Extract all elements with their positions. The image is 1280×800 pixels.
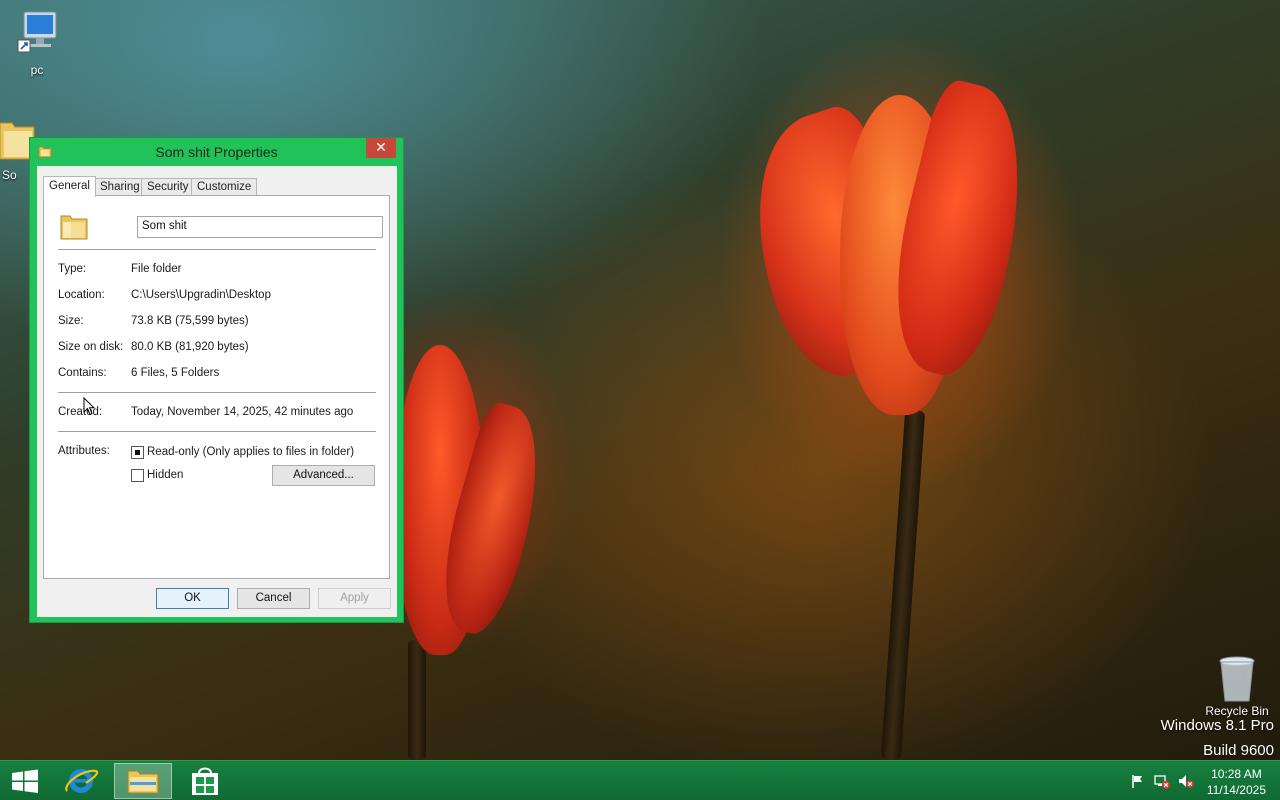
- network-error-icon[interactable]: [1154, 773, 1170, 789]
- hidden-checkbox[interactable]: [131, 469, 144, 482]
- location-value: C:\Users\Upgradin\Desktop: [131, 289, 271, 301]
- action-center-flag-icon[interactable]: [1130, 773, 1146, 789]
- indeterminate-mark: [135, 450, 140, 455]
- type-label: Type:: [58, 263, 87, 275]
- created-label: Created:: [58, 406, 103, 418]
- folder-icon: [60, 215, 88, 240]
- taskbar-store[interactable]: [176, 763, 234, 799]
- computer-icon: [17, 11, 57, 53]
- tulip-stem: [408, 640, 426, 760]
- tab-sharing[interactable]: Sharing: [94, 178, 146, 196]
- system-clock[interactable]: 10:28 AM 11/14/2025: [1207, 766, 1266, 798]
- mouse-cursor-icon: [83, 397, 95, 416]
- ok-button[interactable]: OK: [156, 588, 229, 609]
- windows-edition-watermark: Windows 8.1 Pro: [1160, 717, 1274, 734]
- size-on-disk-value: 80.0 KB (81,920 bytes): [131, 341, 249, 353]
- volume-muted-icon[interactable]: [1178, 773, 1194, 789]
- size-on-disk-label: Size on disk:: [58, 341, 124, 353]
- advanced-button[interactable]: Advanced...: [272, 465, 375, 486]
- contains-label: Contains:: [58, 367, 107, 379]
- apply-button[interactable]: Apply: [318, 588, 391, 609]
- internet-explorer-icon: [65, 769, 99, 793]
- folder-name-input[interactable]: Som shit: [137, 216, 383, 238]
- size-value: 73.8 KB (75,599 bytes): [131, 315, 249, 327]
- divider: [58, 431, 376, 432]
- cancel-button[interactable]: Cancel: [237, 588, 310, 609]
- desktop-icon-label: Recycle Bin: [1205, 704, 1269, 718]
- dialog-client: General Sharing Security Customize Som s…: [37, 166, 397, 617]
- desktop-icon-pc[interactable]: pc: [2, 10, 72, 77]
- tulip-stem: [880, 409, 926, 761]
- taskbar-internet-explorer[interactable]: [52, 763, 110, 799]
- hidden-label[interactable]: Hidden: [147, 469, 183, 481]
- dialog-titlebar[interactable]: Som shit Properties ✕: [30, 138, 403, 164]
- windows-start-icon: [12, 769, 38, 793]
- store-icon: [192, 767, 218, 795]
- location-label: Location:: [58, 289, 105, 301]
- type-value: File folder: [131, 263, 182, 275]
- readonly-checkbox[interactable]: [131, 446, 144, 459]
- size-label: Size:: [58, 315, 84, 327]
- file-explorer-icon: [127, 770, 159, 794]
- desktop-icon-label: pc: [30, 63, 44, 77]
- properties-dialog: Som shit Properties ✕ General Sharing Se…: [29, 137, 404, 623]
- tab-general[interactable]: General: [43, 176, 96, 197]
- tab-security[interactable]: Security: [141, 178, 195, 196]
- close-button[interactable]: ✕: [366, 138, 396, 158]
- clock-time: 10:28 AM: [1211, 767, 1262, 781]
- windows-build-watermark: Build 9600: [1203, 742, 1274, 759]
- start-button[interactable]: [0, 763, 58, 799]
- divider: [58, 249, 376, 250]
- created-value: Today, November 14, 2025, 42 minutes ago: [131, 406, 354, 418]
- attributes-label: Attributes:: [58, 445, 110, 457]
- clock-date: 11/14/2025: [1206, 783, 1266, 797]
- dialog-title: Som shit Properties: [155, 144, 278, 160]
- contains-value: 6 Files, 5 Folders: [131, 367, 220, 379]
- readonly-label[interactable]: Read-only (Only applies to files in fold…: [147, 446, 354, 458]
- general-tab-panel: Som shit Type: File folder Location: C:\…: [43, 195, 390, 579]
- taskbar: 10:28 AM 11/14/2025: [0, 760, 1280, 800]
- taskbar-file-explorer[interactable]: [114, 763, 172, 799]
- recycle-bin-icon: [1219, 656, 1255, 702]
- tab-customize[interactable]: Customize: [191, 178, 258, 196]
- divider: [58, 392, 376, 393]
- desktop-icon-recycle-bin[interactable]: Recycle Bin: [1202, 655, 1272, 718]
